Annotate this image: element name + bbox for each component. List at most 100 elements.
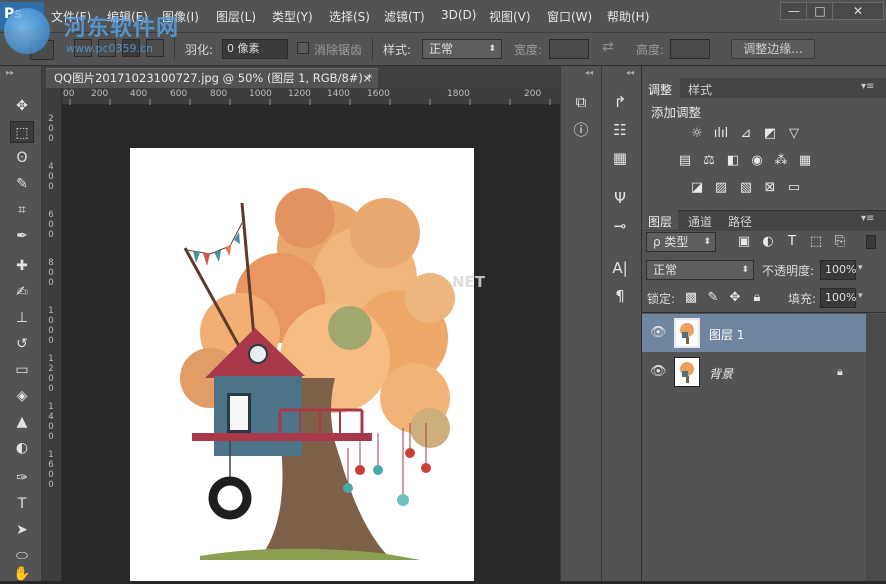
tab-layers[interactable]: 图层 <box>648 213 672 230</box>
brightness-contrast-icon[interactable]: ☼ <box>689 126 705 142</box>
hue-saturation-icon[interactable]: ▤ <box>677 153 693 169</box>
feather-input[interactable]: 0 像素 <box>222 39 288 59</box>
tab-channels[interactable]: 通道 <box>688 213 712 230</box>
exposure-icon[interactable]: ◩ <box>762 126 778 142</box>
shape-tool-icon[interactable]: ⬭ <box>10 545 34 567</box>
color-lookup-icon[interactable]: ▦ <box>797 153 813 169</box>
posterize-icon[interactable]: ▨ <box>713 180 729 196</box>
layer-thumbnail <box>674 318 700 348</box>
lock-position-icon[interactable]: ✥ <box>727 290 743 306</box>
refine-edge-button[interactable]: 调整边缘... <box>731 39 815 59</box>
menu-help[interactable]: 帮助(H) <box>607 8 649 25</box>
filter-type-icon[interactable]: T <box>784 234 800 250</box>
history-brush-tool-icon[interactable]: ↺ <box>10 333 34 355</box>
curves-icon[interactable]: ⊿ <box>738 126 754 142</box>
paint-bucket-tool-icon[interactable]: ◈ <box>10 385 34 407</box>
paragraph-panel-icon[interactable]: ¶ <box>609 286 631 306</box>
brush-presets-icon[interactable]: ↱ <box>609 92 631 112</box>
watermark-url: www.pc0359.cn <box>66 42 154 55</box>
invert-icon[interactable]: ◪ <box>689 180 705 196</box>
crop-tool-icon[interactable]: ⌗ <box>10 199 34 221</box>
lasso-tool-icon[interactable]: ʘ <box>10 147 34 169</box>
opacity-input[interactable]: 100% <box>820 260 856 280</box>
info-panel-icon[interactable]: ⓘ <box>570 120 592 140</box>
brush-panel-icon[interactable]: Ψ <box>609 188 631 208</box>
menu-filter[interactable]: 滤镜(T) <box>384 8 425 25</box>
menu-select[interactable]: 选择(S) <box>329 8 370 25</box>
channel-mixer-icon[interactable]: ⁂ <box>773 153 789 169</box>
layers-scrollbar[interactable] <box>866 314 886 581</box>
close-tab-icon[interactable]: × <box>362 69 372 87</box>
close-button[interactable]: ✕ <box>832 2 884 20</box>
minimize-button[interactable]: — <box>780 2 808 20</box>
chevron-updown-icon: ⬍ <box>488 44 496 54</box>
chevron-down-icon[interactable]: ▾ <box>858 291 863 301</box>
menu-3d[interactable]: 3D(D) <box>441 8 476 22</box>
quick-select-tool-icon[interactable]: ✎ <box>10 173 34 195</box>
filter-pixel-icon[interactable]: ▣ <box>736 234 752 250</box>
vertical-ruler-labels: 200 400 600 800 1000 1200 1400 1600 <box>48 114 54 490</box>
blend-mode-select[interactable]: 正常 ⬍ <box>646 260 754 280</box>
tab-paths[interactable]: 路径 <box>728 213 752 230</box>
tab-adjustments[interactable]: 调整 <box>648 81 672 98</box>
height-input[interactable] <box>670 39 710 59</box>
gradient-map-icon[interactable]: ▭ <box>786 180 802 196</box>
grid-panel-icon[interactable]: ▦ <box>609 148 631 168</box>
selective-color-icon[interactable]: ⊠ <box>762 180 778 196</box>
style-select[interactable]: 正常 ⬍ <box>422 39 502 59</box>
swap-icon[interactable]: ⇄ <box>602 39 614 55</box>
visibility-eye-icon[interactable]: 👁︎ <box>650 364 667 379</box>
visibility-eye-icon[interactable]: 👁︎ <box>650 325 667 340</box>
layer-name[interactable]: 背景 <box>709 365 733 382</box>
panel-menu-icon[interactable]: ▾≡ <box>861 81 874 92</box>
filter-smart-object-icon[interactable]: ⎘ <box>832 234 848 250</box>
collapse-dock-icon[interactable]: ◂◂ <box>585 68 593 77</box>
collapse-icon[interactable]: ▸▸ <box>6 68 14 77</box>
pen-tool-icon[interactable]: ✑ <box>10 467 34 489</box>
menu-window[interactable]: 窗口(W) <box>547 8 592 25</box>
color-balance-icon[interactable]: ⚖ <box>701 153 717 169</box>
antialias-checkbox[interactable] <box>297 42 309 54</box>
width-input[interactable] <box>549 39 589 59</box>
blur-tool-icon[interactable]: ▲ <box>10 411 34 433</box>
dodge-tool-icon[interactable]: ◐ <box>10 437 34 459</box>
layer-filter-select[interactable]: ρ 类型 ⬍ <box>646 232 716 252</box>
healing-brush-tool-icon[interactable]: ✚ <box>10 255 34 277</box>
photo-filter-icon[interactable]: ◉ <box>749 153 765 169</box>
brush-tool-icon[interactable]: ✍ <box>10 281 34 303</box>
swatches-panel-icon[interactable]: ☷ <box>609 120 631 140</box>
document-tab[interactable]: QQ图片20171023100727.jpg @ 50% (图层 1, RGB/… <box>46 68 378 88</box>
filter-adjustment-icon[interactable]: ◐ <box>760 234 776 250</box>
panel-menu-icon[interactable]: ▾≡ <box>861 213 874 224</box>
black-white-icon[interactable]: ◧ <box>725 153 741 169</box>
collapse-dock-icon[interactable]: ◂◂ <box>626 68 634 77</box>
move-tool-icon[interactable]: ✥ <box>10 95 34 117</box>
character-panel-icon[interactable]: A| <box>609 258 631 278</box>
layer-name[interactable]: 图层 1 <box>709 326 744 343</box>
vibrance-icon[interactable]: ▽ <box>786 126 802 142</box>
filter-shape-icon[interactable]: ⬚ <box>808 234 824 250</box>
levels-icon[interactable]: ılıl <box>713 126 729 142</box>
history-panel-icon[interactable]: ⧉ <box>570 92 592 112</box>
eyedropper-tool-icon[interactable]: ✒ <box>10 225 34 247</box>
marquee-tool-icon[interactable]: ⬚ <box>10 121 34 143</box>
clone-stamp-tool-icon[interactable]: ⊥ <box>10 307 34 329</box>
filter-toggle[interactable] <box>866 235 876 249</box>
chevron-down-icon[interactable]: ▾ <box>858 263 863 273</box>
menu-type[interactable]: 类型(Y) <box>272 8 313 25</box>
tab-styles[interactable]: 样式 <box>688 81 712 98</box>
fill-input[interactable]: 100% <box>820 288 856 308</box>
lock-transparent-icon[interactable]: ▩ <box>683 290 699 306</box>
lock-image-icon[interactable]: ✎ <box>705 290 721 306</box>
path-select-tool-icon[interactable]: ➤ <box>10 519 34 541</box>
type-tool-icon[interactable]: T <box>10 493 34 515</box>
eraser-tool-icon[interactable]: ▭ <box>10 359 34 381</box>
threshold-icon[interactable]: ▧ <box>738 180 754 196</box>
hand-tool-icon[interactable]: ✋ <box>10 567 34 581</box>
document-canvas[interactable] <box>130 148 474 581</box>
menu-layer[interactable]: 图层(L) <box>216 8 256 25</box>
lock-all-icon[interactable]: 🔒︎ <box>749 290 765 306</box>
menu-view[interactable]: 视图(V) <box>489 8 531 25</box>
maximize-button[interactable]: □ <box>806 2 834 20</box>
tool-presets-icon[interactable]: ⊸ <box>609 216 631 236</box>
